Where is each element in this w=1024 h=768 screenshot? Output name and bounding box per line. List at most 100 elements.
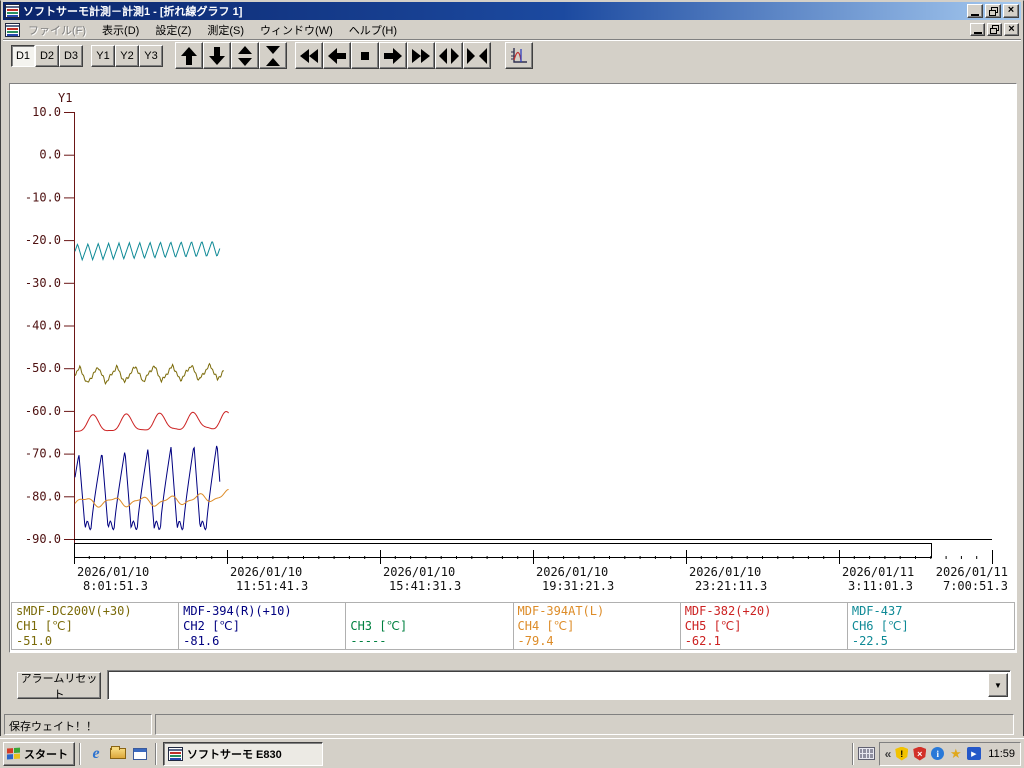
menu-settings[interactable]: 設定(Z) [147, 20, 199, 40]
x-tick-time: 15:41:31.3 [389, 579, 461, 593]
stop-icon [361, 51, 369, 60]
graph-setup-button[interactable] [505, 42, 533, 69]
shift-up-icon [181, 46, 197, 65]
combo-dropdown-button[interactable]: ▼ [988, 673, 1008, 697]
status-bar: 保存ウェイト！！ [3, 712, 1021, 737]
alarm-reset-button[interactable]: アラームリセット [17, 672, 101, 701]
legend-channel-value: -79.4 [517, 634, 554, 648]
expand-horizontal-icon [439, 47, 459, 64]
taskbar-app-label: ソフトサーモ E830 [187, 748, 282, 761]
child-minimize-button[interactable] [970, 23, 985, 36]
menu-measure[interactable]: 測定(S) [199, 20, 252, 40]
fast-rewind-icon [300, 48, 318, 63]
menu-file[interactable]: ファイル(F) [20, 20, 94, 40]
display-d3-button[interactable]: D3 [59, 44, 83, 67]
restore-button[interactable] [985, 4, 1001, 18]
menu-window[interactable]: ウィンドウ(W) [252, 20, 341, 40]
compress-horizontal-icon [467, 47, 487, 64]
shift-down-button[interactable] [203, 42, 231, 69]
window-title: ソフトサーモ計測－計測1 - [折れ線グラフ 1] [23, 6, 243, 18]
security-error-icon[interactable]: × [912, 746, 927, 761]
expand-vertical-button[interactable] [231, 42, 259, 69]
legend-ch3: CH3 [℃] ----- [345, 602, 514, 650]
legend-channel-label: CH3 [℃] [350, 619, 408, 633]
step-left-button[interactable] [323, 42, 351, 69]
series-ch5 [74, 410, 229, 432]
fast-forward-button[interactable] [407, 42, 435, 69]
x-tick-date: 2026/01/10 [689, 565, 761, 579]
shift-down-icon [209, 46, 225, 65]
legend-channel-label: CH2 [℃] [183, 619, 240, 633]
close-button[interactable]: × [1003, 4, 1019, 18]
status-panel-secondary [155, 714, 1014, 735]
menu-bar: ファイル(F) 表示(D) 設定(Z) 測定(S) ウィンドウ(W) ヘルプ(H) × [3, 20, 1021, 39]
alarm-combobox-value [108, 671, 986, 699]
y-button-group: Y1 Y2 Y3 [91, 44, 163, 67]
language-keyboard-icon[interactable] [857, 747, 875, 760]
legend-channel-name: MDF-394AT(L) [517, 604, 605, 618]
axis-y2-button[interactable]: Y2 [115, 44, 139, 67]
menu-items: ファイル(F) 表示(D) 設定(Z) 測定(S) ウィンドウ(W) ヘルプ(H) [20, 20, 405, 40]
legend-channel-label: CH1 [℃] [16, 619, 73, 633]
x-tick-date: 2026/01/10 [536, 565, 608, 579]
child-close-button[interactable]: × [1004, 23, 1019, 36]
app-icon [168, 746, 183, 761]
stop-button[interactable] [351, 42, 379, 69]
compress-vertical-button[interactable] [259, 42, 287, 69]
child-restore-button[interactable] [987, 23, 1002, 36]
star-icon[interactable]: ★ [948, 746, 963, 761]
legend-channel-name [350, 604, 508, 619]
y-tick-label: -40.0 [25, 319, 61, 333]
close-icon: × [1007, 4, 1015, 16]
legend-channel-value: -81.6 [183, 634, 220, 648]
info-balloon-icon[interactable]: i [930, 746, 945, 761]
legend-channel-label: CH5 [℃] [684, 619, 742, 633]
expand-horizontal-button[interactable] [435, 42, 463, 69]
internet-explorer-icon[interactable]: e [86, 744, 106, 764]
step-right-button[interactable] [379, 42, 407, 69]
alarm-combobox[interactable]: ▼ [107, 670, 1011, 700]
start-button[interactable]: スタート [3, 741, 75, 766]
y-tick-label: -30.0 [25, 276, 61, 290]
taskbar-app-button[interactable]: ソフトサーモ E830 [163, 741, 323, 766]
legend-channel-value: -51.0 [16, 634, 53, 648]
legend-ch2: MDF-394(R)(+10) CH2 [℃] -81.6 [178, 602, 347, 650]
axis-y3-button[interactable]: Y3 [139, 44, 163, 67]
media-player-icon[interactable]: ▶ [966, 746, 981, 761]
chevron-down-icon: ▼ [994, 680, 1002, 690]
compress-vertical-icon [266, 45, 280, 66]
fast-rewind-button[interactable] [295, 42, 323, 69]
nav-button-group [175, 42, 491, 69]
show-desktop-icon[interactable] [130, 744, 150, 764]
axis-y1-button[interactable]: Y1 [91, 44, 115, 67]
app-window: ソフトサーモ計測－計測1 - [折れ線グラフ 1] × ファイル(F) 表示(D)… [0, 0, 1024, 738]
legend-channel-value: -62.1 [684, 634, 721, 648]
series-ch2 [74, 445, 221, 531]
series-ch1 [74, 362, 224, 385]
folder-icon[interactable] [108, 744, 128, 764]
y-tick-label: -90.0 [25, 532, 61, 546]
y-tick-label: -60.0 [25, 404, 61, 418]
d-button-group: D1 D2 D3 [11, 44, 83, 67]
y-tick-label: -70.0 [25, 447, 61, 461]
x-tick-date: 2026/01/10 [230, 565, 302, 579]
fast-forward-icon [412, 48, 430, 63]
security-alert-icon[interactable]: ! [894, 746, 909, 761]
status-message: 保存ウェイト！！ [4, 714, 152, 735]
display-d1-button[interactable]: D1 [11, 44, 35, 67]
shift-up-button[interactable] [175, 42, 203, 69]
legend-ch1: sMDF-DC200V(+30) CH1 [℃] -51.0 [11, 602, 180, 650]
menu-help[interactable]: ヘルプ(H) [341, 20, 405, 40]
legend-ch5: MDF-382(+20) CH5 [℃] -62.1 [679, 602, 848, 650]
title-bar: ソフトサーモ計測－計測1 - [折れ線グラフ 1] × [3, 2, 1021, 20]
compress-horizontal-button[interactable] [463, 42, 491, 69]
y-tick-label: 0.0 [39, 148, 61, 162]
legend-ch4: MDF-394AT(L) CH4 [℃] -79.4 [512, 602, 681, 650]
tray-collapse-chevron[interactable]: « [885, 747, 892, 761]
series-ch6 [74, 241, 221, 262]
menu-view[interactable]: 表示(D) [94, 20, 147, 40]
display-d2-button[interactable]: D2 [35, 44, 59, 67]
minimize-button[interactable] [967, 4, 983, 18]
scroll-range-box [74, 543, 932, 558]
step-right-icon [384, 47, 402, 64]
